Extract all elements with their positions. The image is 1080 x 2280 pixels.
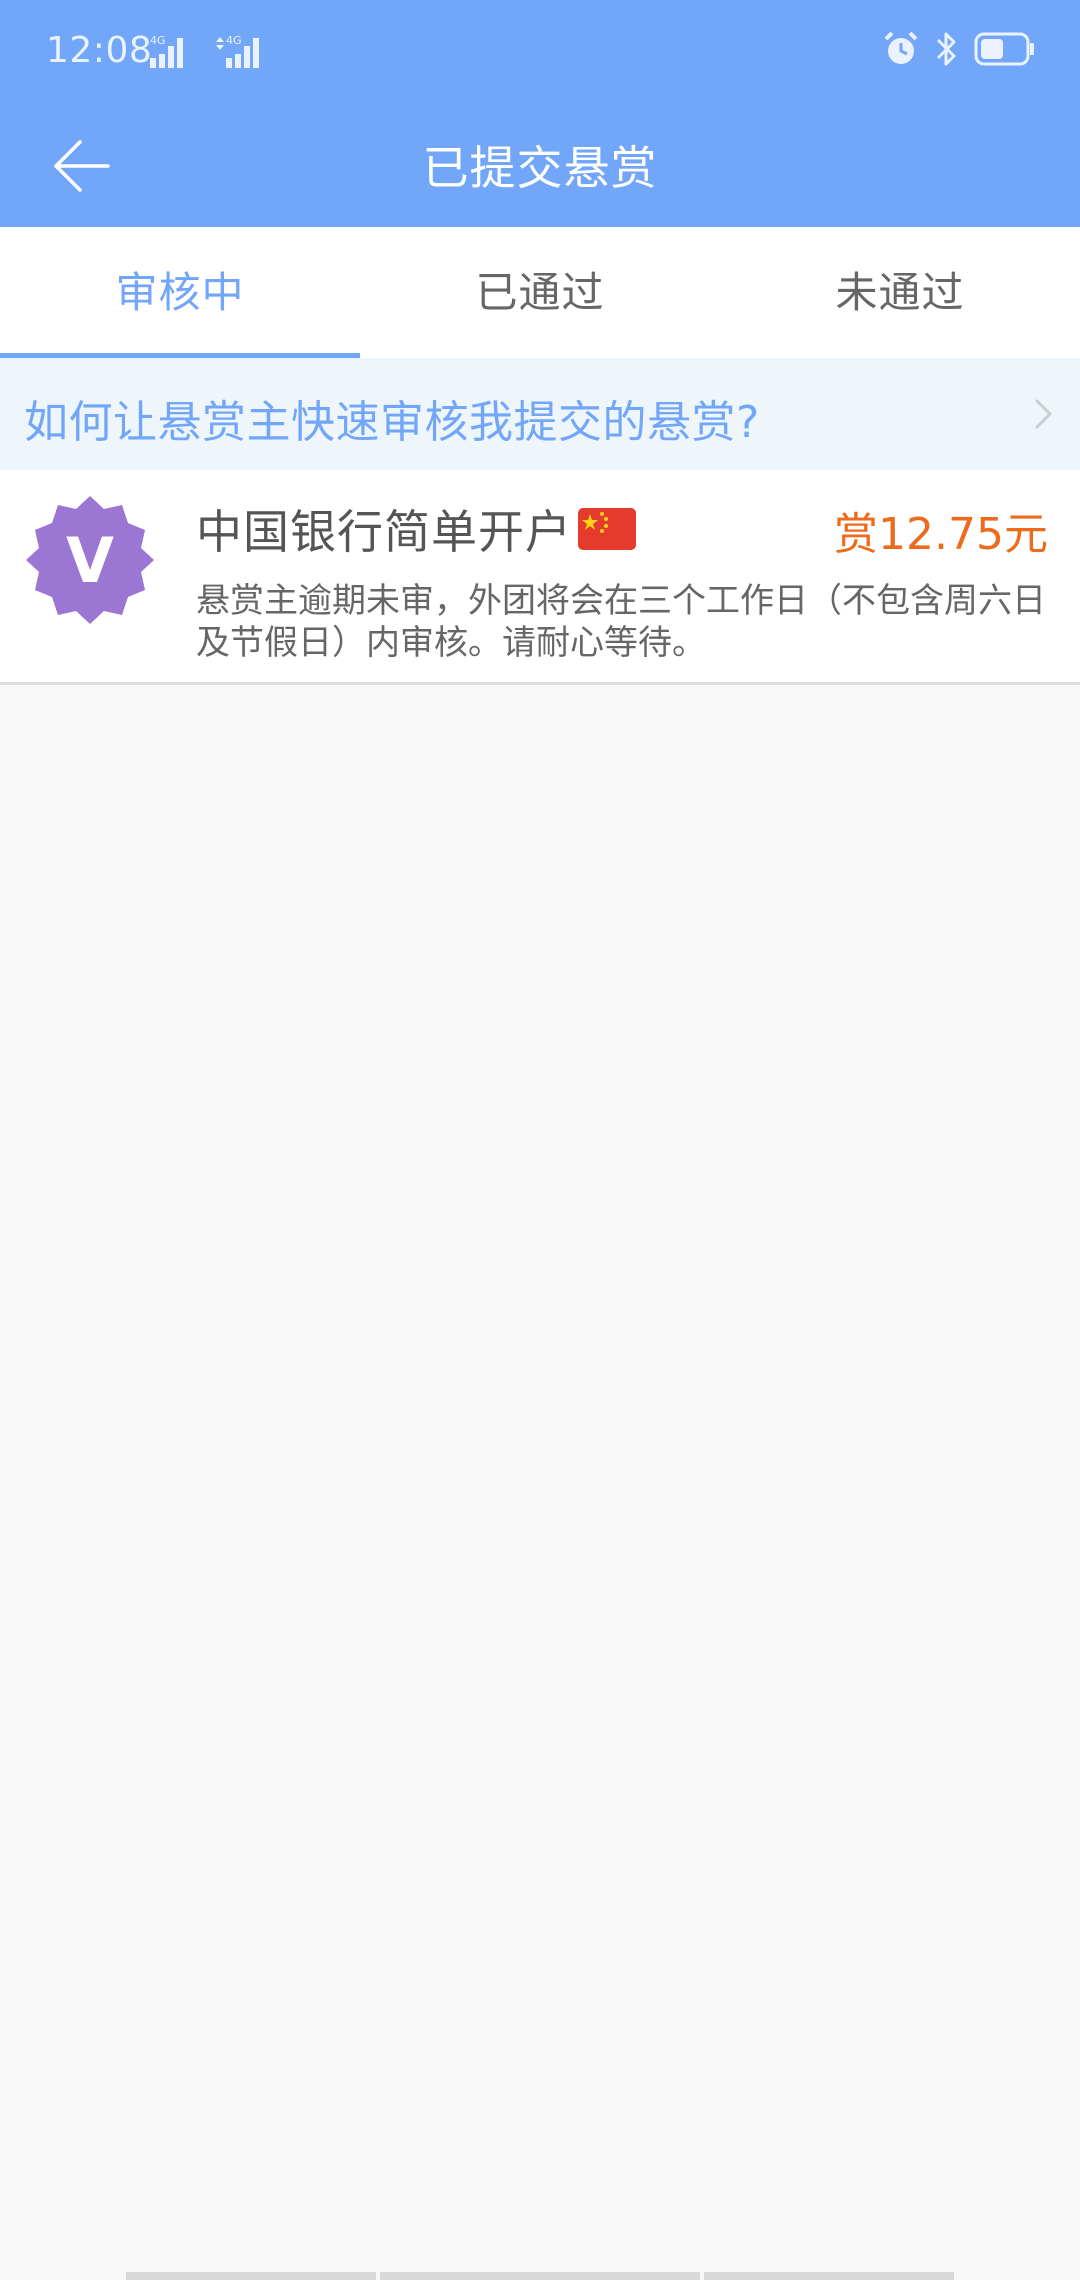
- avatar-letter: V: [66, 524, 114, 597]
- status-icons: [882, 30, 1036, 68]
- nav-bar-segment-1: [126, 2272, 376, 2280]
- network-label-1: 4G: [150, 34, 166, 47]
- reward-amount: 赏12.75元: [834, 509, 1048, 560]
- tab-label: 审核中: [115, 268, 245, 317]
- page-title: 已提交悬赏: [422, 141, 658, 195]
- battery-icon: [974, 32, 1034, 66]
- tab-bar: 审核中 已通过 未通过: [0, 227, 1080, 358]
- network-label-2: 4G: [226, 34, 242, 47]
- item-title-text: 中国银行简单开户: [196, 505, 572, 559]
- alarm-icon: [884, 31, 918, 64]
- status-time: 12:08: [46, 30, 153, 71]
- nav-bar-segment-2: [380, 2272, 700, 2280]
- item-description: 悬赏主逾期未审，外团将会在三个工作日（不包含周六日及节假日）内审核。请耐心等待。: [196, 581, 1046, 663]
- tab-label: 未通过: [835, 268, 965, 317]
- list-item[interactable]: V 中国银行简单开户 赏12.75元 悬赏主逾期未审，外团将会在三个工作日（不包…: [0, 470, 1080, 685]
- chevron-right-icon: [1034, 398, 1053, 430]
- nav-bar-segment-3: [704, 2272, 954, 2280]
- toolbar: 已提交悬赏: [0, 110, 1080, 227]
- tab-label: 已通过: [475, 268, 605, 317]
- tab-under-review[interactable]: 审核中: [0, 227, 360, 358]
- bluetooth-icon: [936, 32, 956, 66]
- tab-approved[interactable]: 已通过: [360, 227, 720, 358]
- signal-icon-2: 4G: [216, 34, 259, 68]
- tip-text: 如何让悬赏主快速审核我提交的悬赏?: [24, 397, 760, 448]
- signal-icon-1: 4G: [150, 34, 183, 68]
- task-avatar: V: [26, 496, 154, 624]
- app-header: 12:08 4G 4G 已提交悬赏: [0, 0, 1080, 227]
- item-title: 中国银行简单开户: [196, 496, 636, 562]
- tip-banner[interactable]: 如何让悬赏主快速审核我提交的悬赏?: [0, 358, 1080, 470]
- tab-rejected[interactable]: 未通过: [720, 227, 1080, 358]
- china-flag-icon: [578, 508, 636, 550]
- status-bar: 12:08 4G 4G: [0, 0, 1080, 110]
